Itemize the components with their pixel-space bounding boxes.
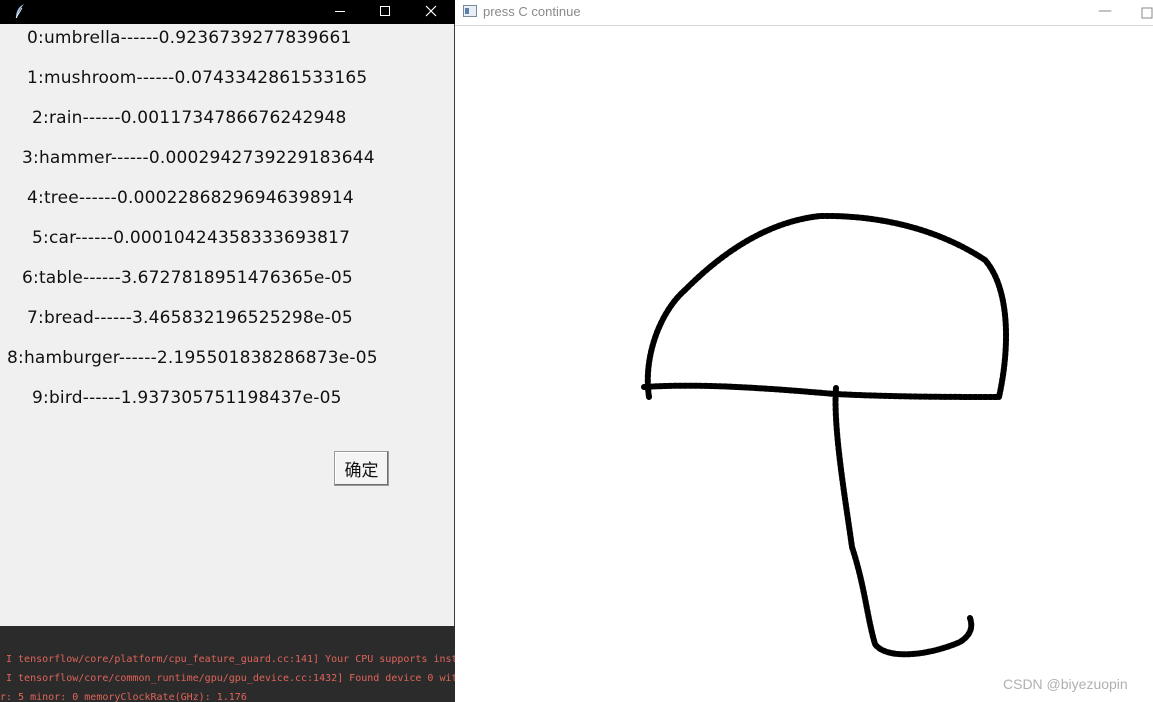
prediction-row: 6:table------3.6727818951476365e-05 [22, 268, 353, 288]
close-icon[interactable] [408, 0, 454, 24]
prediction-window-titlebar[interactable] [0, 0, 455, 24]
prediction-row: 8:hamburger------2.195501838286873e-05 [7, 348, 378, 368]
console-line: r: 5 minor: 0 memoryClockRate(GHz): 1.17… [0, 692, 247, 702]
prediction-row: 2:rain------0.0011734786676242948 [32, 108, 347, 128]
prediction-row: 9:bird------1.937305751198437e-05 [32, 388, 342, 408]
prediction-row: 0:umbrella------0.9236739277839661 [27, 28, 352, 48]
prediction-row: 4:tree------0.00022868296946398914 [27, 188, 354, 208]
feather-icon [15, 4, 24, 19]
drawing-canvas[interactable] [455, 27, 1153, 702]
console-line: I tensorflow/core/common_runtime/gpu/gpu… [6, 673, 455, 684]
umbrella-handle-stroke [832, 385, 975, 658]
minimize-icon[interactable] [317, 0, 363, 24]
console-line: I tensorflow/core/platform/cpu_feature_g… [6, 654, 455, 665]
maximize-icon[interactable] [1139, 2, 1153, 22]
prediction-window: 0:umbrella------0.9236739277839661 1:mus… [0, 0, 455, 626]
drawing-window-title: press C continue [483, 4, 581, 19]
drawing-window-titlebar[interactable]: press C continue — [455, 0, 1153, 26]
watermark-text: CSDN @biyezuopin [1003, 676, 1128, 692]
maximize-icon[interactable] [362, 0, 408, 24]
drawing-window: press C continue — CSDN @biyezuopin [455, 0, 1153, 702]
prediction-row: 1:mushroom------0.0743342861533165 [27, 68, 368, 88]
console-output: I tensorflow/core/platform/cpu_feature_g… [0, 626, 455, 702]
umbrella-canopy-stroke [644, 212, 1010, 400]
prediction-row: 3:hammer------0.0002942739229183644 [22, 148, 375, 168]
prediction-row: 5:car------0.00010424358333693817 [32, 228, 351, 248]
app-window-icon [463, 5, 477, 17]
prediction-row: 7:bread------3.465832196525298e-05 [27, 308, 353, 328]
minimize-icon[interactable]: — [1095, 2, 1115, 22]
confirm-button[interactable]: 确定 [334, 451, 389, 486]
umbrella-bottom-stroke [641, 382, 1002, 400]
